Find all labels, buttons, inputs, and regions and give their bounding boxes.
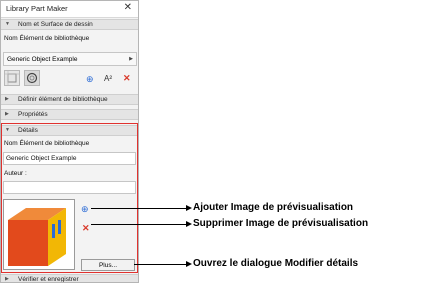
section-label: Définir élément de bibliothèque <box>18 96 108 103</box>
section-label: Détails <box>18 127 38 134</box>
expand-triangle-icon: ▶ <box>5 96 9 102</box>
object-select[interactable]: Generic Object Example ▶ <box>3 52 137 66</box>
add-icon[interactable]: ⊕ <box>86 74 94 85</box>
remove-preview-icon[interactable]: ✕ <box>82 223 90 234</box>
arrow-remove-preview <box>91 224 187 225</box>
author-field[interactable] <box>3 181 136 194</box>
arrow-head <box>186 221 192 227</box>
arrow-add-preview <box>91 208 187 209</box>
zoom-icon[interactable] <box>24 70 40 86</box>
font-size-icon[interactable]: A² <box>104 74 112 83</box>
annotation-add-preview: Ajouter Image de prévisualisation <box>193 202 354 213</box>
details-name-label: Nom Élément de bibliothèque <box>4 140 90 147</box>
panel-title: Library Part Maker <box>6 4 68 13</box>
close-icon[interactable]: ✕ <box>124 2 132 13</box>
dropdown-arrow-icon: ▶ <box>129 56 133 62</box>
expand-triangle-icon: ▶ <box>5 276 9 282</box>
section-details[interactable]: ▼ Détails <box>1 125 138 136</box>
section-label: Nom et Surface de dessin <box>18 21 93 28</box>
arrow-head <box>186 261 192 267</box>
section-label: Vérifier et enregistrer <box>18 276 79 283</box>
annotation-remove-preview: Supprimer Image de prévisualisation <box>193 218 369 229</box>
section-proprietes[interactable]: ▶ Propriétés <box>1 109 138 120</box>
section-verifier[interactable]: ▶ Vérifier et enregistrer <box>1 274 138 283</box>
add-preview-icon[interactable]: ⊕ <box>81 204 89 215</box>
expand-triangle-icon: ▶ <box>5 111 9 117</box>
panel-titlebar: Library Part Maker ✕ <box>1 1 138 18</box>
author-label: Auteur : <box>4 170 27 177</box>
library-part-name-label: Nom Élément de bibliothèque <box>4 35 90 42</box>
library-part-maker-panel: Library Part Maker ✕ ▼ Nom et Surface de… <box>0 0 139 283</box>
arrow-head <box>186 205 192 211</box>
collapse-triangle-icon: ▼ <box>5 21 10 27</box>
annotation-open-dialog: Ouvrez le dialogue Modifier détails <box>193 258 359 269</box>
preview-image <box>3 199 75 270</box>
section-definir[interactable]: ▶ Définir élément de bibliothèque <box>1 94 138 105</box>
arrow-open-dialog <box>134 264 187 265</box>
drawing-surface-icon[interactable] <box>4 70 20 86</box>
collapse-triangle-icon: ▼ <box>5 127 10 133</box>
details-name-field[interactable]: Generic Object Example <box>3 152 136 165</box>
plus-button[interactable]: Plus... <box>81 259 135 271</box>
section-label: Propriétés <box>18 111 48 118</box>
object-select-value: Generic Object Example <box>7 56 78 63</box>
delete-icon[interactable]: ✕ <box>123 73 131 84</box>
section-nom-surface[interactable]: ▼ Nom et Surface de dessin <box>1 19 138 30</box>
